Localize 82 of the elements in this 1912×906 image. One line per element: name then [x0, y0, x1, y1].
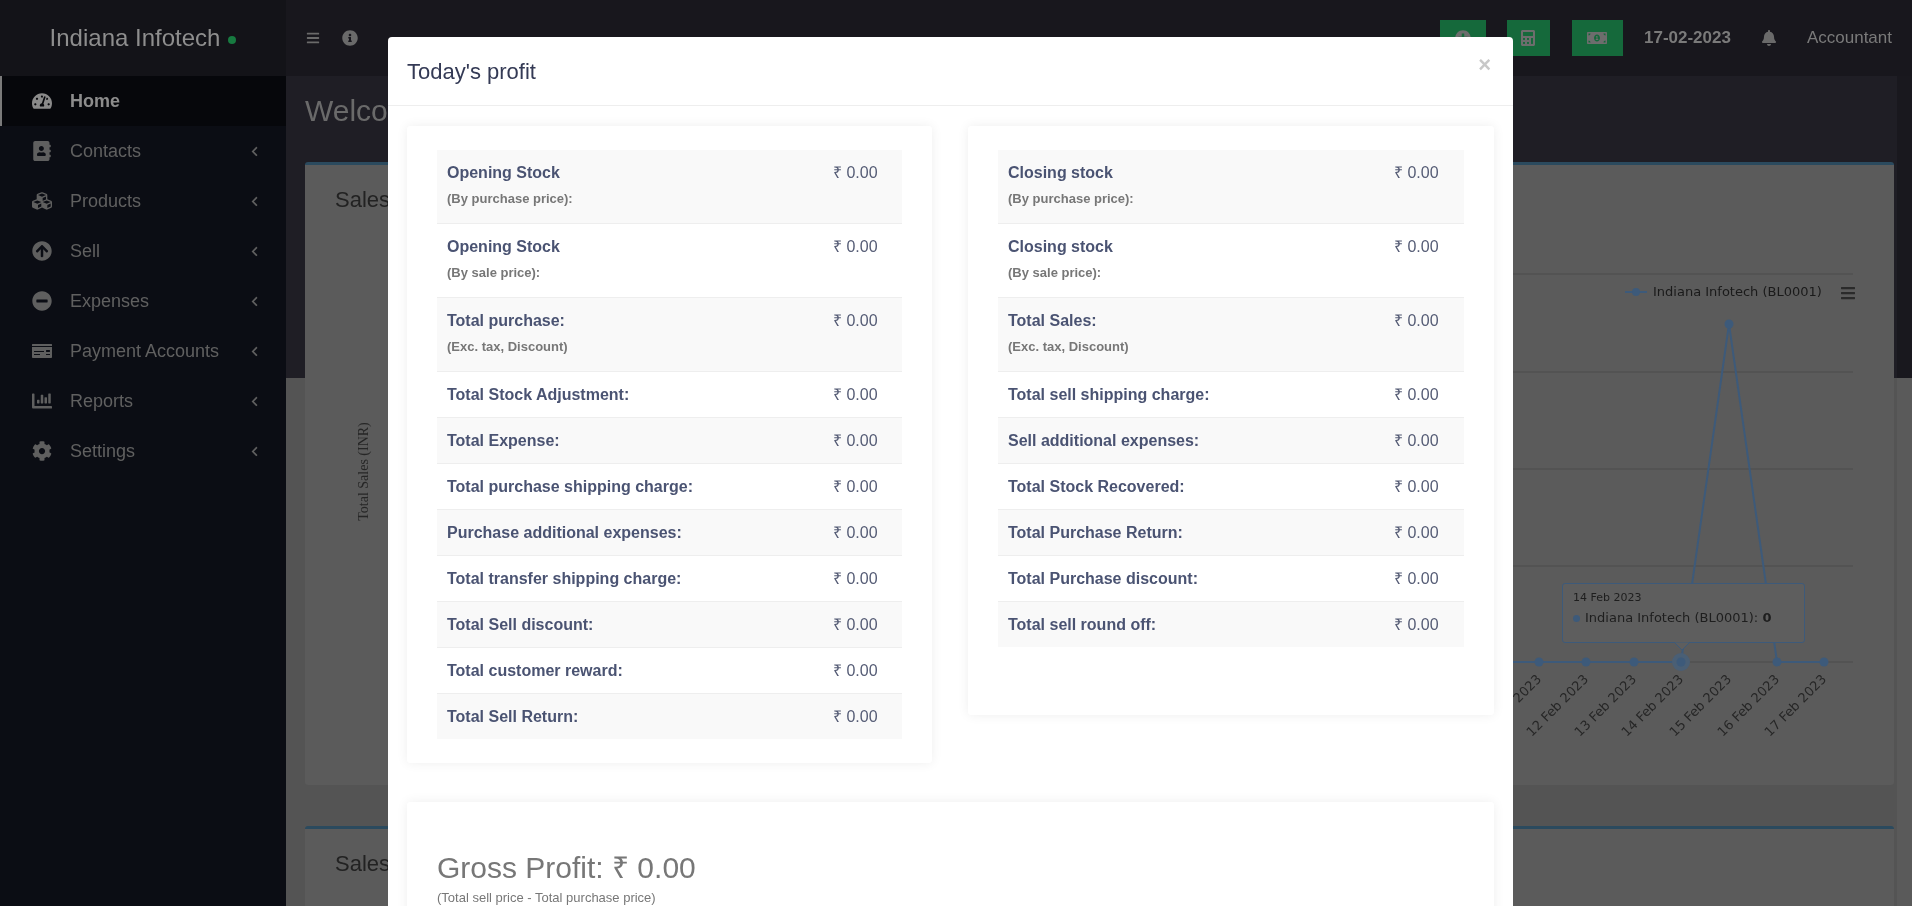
calculator-icon	[1520, 30, 1537, 46]
row-value: ₹ 0.00	[833, 661, 879, 681]
row-label: Total purchase shipping charge:	[447, 477, 694, 497]
row-note: (By purchase price):	[447, 190, 574, 208]
row-label: Opening Stock	[447, 163, 561, 183]
bell-icon[interactable]	[1760, 30, 1777, 46]
money-check-icon	[32, 341, 52, 361]
card-title: Sales	[335, 850, 391, 878]
row-label: Sell additional expenses:	[1008, 431, 1201, 451]
row-label: Total Sell Return:	[447, 707, 580, 727]
row-label: Total customer reward:	[447, 661, 624, 681]
row-value: ₹ 0.00	[833, 385, 879, 405]
row-label: Closing stock	[1008, 163, 1114, 183]
row-value: ₹ 0.00	[1394, 615, 1440, 635]
row-value: ₹ 0.00	[1394, 385, 1440, 405]
row-note: (Exc. tax, Discount)	[447, 338, 569, 356]
banknote-icon	[1587, 30, 1608, 46]
gauge-icon	[32, 91, 52, 111]
gross-profit: Gross Profit: ₹ 0.00	[437, 850, 697, 886]
row-value: ₹ 0.00	[1394, 311, 1440, 331]
row-value: ₹ 0.00	[1394, 523, 1440, 543]
address-book-icon	[32, 141, 52, 161]
row-value: ₹ 0.00	[833, 615, 879, 635]
row-label: Closing stock	[1008, 237, 1114, 257]
close-button[interactable]: ×	[1478, 54, 1491, 76]
sidebar-item[interactable]: Home	[0, 76, 286, 126]
cubes-icon	[32, 191, 52, 211]
row-value: ₹ 0.00	[1394, 163, 1440, 183]
row-value: ₹ 0.00	[1394, 477, 1440, 497]
row-label: Total Expense:	[447, 431, 561, 451]
dialog-title: Today's profit	[407, 57, 537, 86]
sidebar-item[interactable]: Payment Accounts	[0, 326, 286, 376]
row-label: Total Sales:	[1008, 311, 1098, 331]
card-title: Sales	[335, 186, 391, 214]
tooltip-text: Indiana Infotech (BL0001): 0	[1585, 609, 1772, 627]
page-heading: Welco	[305, 93, 388, 129]
sidebar-item[interactable]: Contacts	[0, 126, 286, 176]
brand-name[interactable]: Indiana Infotech	[49, 20, 221, 56]
gross-profit-note: (Total sell price - Total purchase price)	[437, 889, 657, 906]
row-label: Total Stock Adjustment:	[447, 385, 631, 405]
sidebar-item[interactable]: Sell	[0, 226, 286, 276]
settings-icon	[32, 441, 52, 461]
row-label: Total Purchase discount:	[1008, 569, 1199, 589]
row-label: Total Purchase Return:	[1008, 523, 1184, 543]
row-label: Total Stock Recovered:	[1008, 477, 1186, 497]
row-label: Total Sell discount:	[447, 615, 595, 635]
row-label: Total sell shipping charge:	[1008, 385, 1211, 405]
legend-marker-icon	[1625, 286, 1647, 297]
row-value: ₹ 0.00	[1394, 569, 1440, 589]
row-value: ₹ 0.00	[833, 311, 879, 331]
chart-menu-icon[interactable]	[1839, 285, 1857, 301]
row-value: ₹ 0.00	[833, 431, 879, 451]
legend-label[interactable]: Indiana Infotech (BL0001)	[1653, 282, 1822, 302]
row-value: ₹ 0.00	[833, 523, 879, 543]
row-value: ₹ 0.00	[833, 707, 879, 727]
row-value: ₹ 0.00	[833, 163, 879, 183]
row-note: (Exc. tax, Discount)	[1008, 338, 1130, 356]
sidebar-item[interactable]: Expenses	[0, 276, 286, 326]
info-icon[interactable]	[342, 30, 358, 46]
row-label: Total purchase:	[447, 311, 566, 331]
bar-chart-icon	[32, 391, 52, 411]
row-value: ₹ 0.00	[1394, 237, 1440, 257]
row-label: Opening Stock	[447, 237, 561, 257]
sidebar-item[interactable]: Reports	[0, 376, 286, 426]
row-value: ₹ 0.00	[1394, 431, 1440, 451]
row-note: (By purchase price):	[1008, 190, 1135, 208]
row-value: ₹ 0.00	[833, 569, 879, 589]
row-label: Total transfer shipping charge:	[447, 569, 683, 589]
current-date: 17-02-2023	[1643, 27, 1731, 50]
sidebar-item[interactable]: Products	[0, 176, 286, 226]
calculator-button[interactable]	[1506, 20, 1550, 56]
row-label: Total sell round off:	[1008, 615, 1158, 635]
row-label: Purchase additional expenses:	[447, 523, 683, 543]
row-value: ₹ 0.00	[833, 237, 879, 257]
user-name[interactable]: Accountant	[1806, 25, 1892, 51]
scrollbar-thumb[interactable]	[1897, 76, 1912, 378]
row-note: (By sale price):	[447, 264, 542, 282]
row-note: (By sale price):	[1008, 264, 1103, 282]
menu-icon[interactable]	[306, 31, 320, 45]
sidebar-item[interactable]: Settings	[0, 426, 286, 476]
row-value: ₹ 0.00	[833, 477, 879, 497]
tooltip-date: 14 Feb 2023	[1573, 590, 1643, 606]
